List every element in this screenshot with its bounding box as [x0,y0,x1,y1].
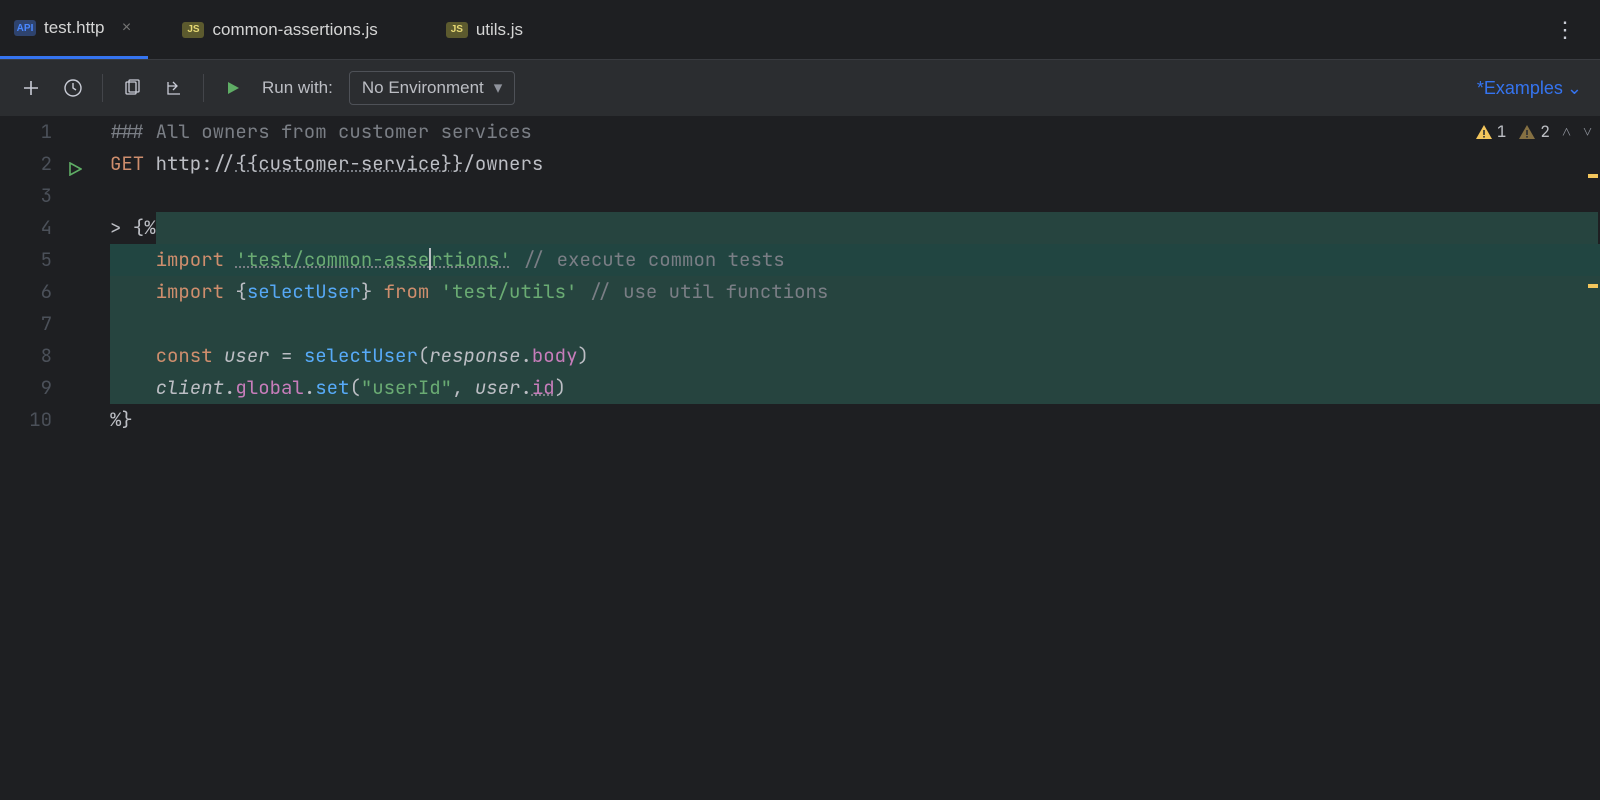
copy-button[interactable] [119,75,145,101]
run-with-label: Run with: [262,78,333,98]
code-line: import 'test/common-assertions' // execu… [110,244,1600,276]
tab-test-http[interactable]: API test.http × [0,0,148,59]
gutter: 1 2 3 4 5 6 7 8 9 10 [0,116,110,436]
code-line: ### All owners from customer services [110,116,1600,148]
code-area[interactable]: 1 2 ˄ ˅ ### All owners from customer ser… [110,116,1600,436]
code-line: const user = selectUser(response.body) [110,340,1600,372]
js-icon: JS [446,22,468,38]
separator [203,74,204,102]
tab-common-assertions[interactable]: JS common-assertions.js [168,0,391,59]
code-line: %} [110,404,1600,436]
warning-marker[interactable] [1588,284,1598,288]
run-button[interactable] [220,75,246,101]
tab-label: utils.js [476,20,523,40]
code-line [110,180,1600,212]
code-line: > {% [110,212,1600,244]
code-editor[interactable]: 1 2 3 4 5 6 7 8 9 10 1 2 ˄ ˅ ### A [0,116,1600,436]
marker-strip[interactable] [1586,116,1600,436]
code-line: GET http://{{customer-service}}/owners [110,148,1600,180]
code-line: client.global.set("userId", user.id) [110,372,1600,404]
add-button[interactable] [18,75,44,101]
js-icon: JS [182,22,204,38]
code-line: import {selectUser} from 'test/utils' //… [110,276,1600,308]
separator [102,74,103,102]
history-button[interactable] [60,75,86,101]
kebab-menu-icon[interactable]: ⋮ [1554,17,1576,43]
warning-marker[interactable] [1588,174,1598,178]
chevron-down-icon: ▾ [494,78,503,98]
code-line [110,308,1600,340]
tab-label: common-assertions.js [212,20,377,40]
api-icon: API [14,20,36,36]
close-icon[interactable]: × [118,19,134,37]
tab-utils[interactable]: JS utils.js [432,0,537,59]
chevron-down-icon: ⌄ [1567,78,1582,99]
text-cursor [429,248,431,270]
environment-value: No Environment [362,78,484,98]
examples-link[interactable]: *Examples ⌄ [1477,78,1582,99]
toolbar: Run with: No Environment ▾ *Examples ⌄ [0,60,1600,116]
environment-select[interactable]: No Environment ▾ [349,71,515,105]
tab-label: test.http [44,18,104,38]
tab-bar: API test.http × JS common-assertions.js … [0,0,1600,60]
import-button[interactable] [161,75,187,101]
